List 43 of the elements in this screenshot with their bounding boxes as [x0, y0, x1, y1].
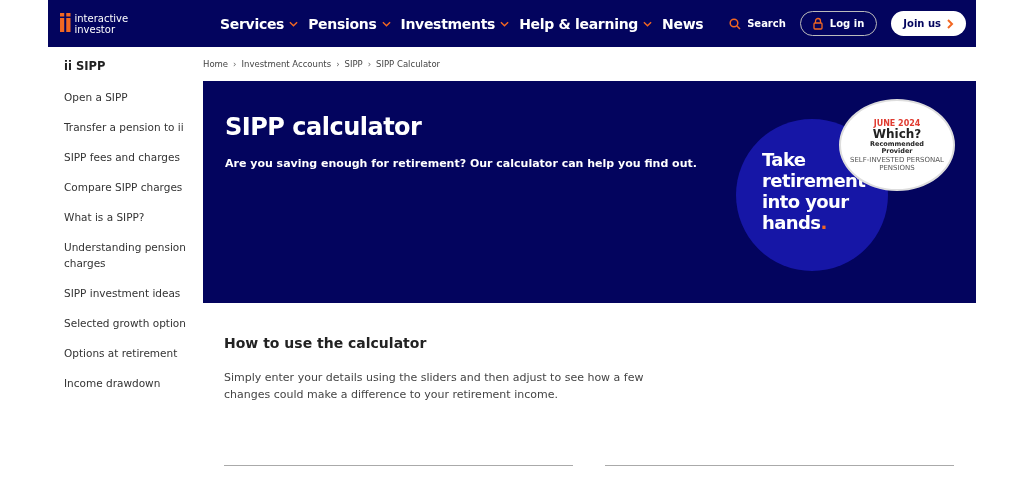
sidebar-link[interactable]: Transfer a pension to ii	[64, 119, 192, 135]
sidebar-link[interactable]: SIPP fees and charges	[64, 149, 192, 165]
nav-link[interactable]: Pensions	[308, 15, 391, 32]
section-heading: How to use the calculator	[224, 335, 428, 351]
sidebar-link[interactable]: SIPP investment ideas	[64, 285, 192, 301]
nav-link[interactable]: Investments	[400, 15, 510, 32]
breadcrumb-separator: ›	[336, 59, 340, 69]
sidebar-link[interactable]: Selected growth option	[64, 315, 192, 331]
breadcrumb-separator: ›	[233, 59, 237, 69]
sidebar-link[interactable]: Income drawdown	[64, 375, 192, 391]
badge-brand: Which?	[872, 127, 922, 141]
badge-date: JUNE 2024	[873, 118, 921, 128]
sidebar-link[interactable]: What is a SIPP?	[64, 209, 192, 225]
nav-link[interactable]: Services	[220, 15, 299, 32]
breadcrumb-separator: ›	[367, 59, 372, 69]
section-text: Simply enter your details using the sliders and then adjust to see how a few changes could make a difference to your retirement income.	[224, 370, 644, 403]
breadcrumb-link[interactable]: SIPP Calculator	[376, 59, 441, 69]
sidebar-link[interactable]: Compare SIPP charges	[64, 179, 192, 195]
chevron-down-icon	[643, 20, 652, 27]
sidebar-link[interactable]: Understanding pension charges	[64, 239, 192, 271]
sidebar-link[interactable]: Options at retirement	[64, 345, 192, 361]
chevron-down-icon	[381, 20, 391, 27]
padlock-icon	[812, 17, 823, 30]
promo-text: into your	[762, 191, 849, 212]
search-icon	[729, 17, 742, 30]
chevron-down-icon	[289, 20, 299, 27]
breadcrumb-link[interactable]: Investment Accounts	[241, 59, 332, 69]
logo-text: interactive investor	[74, 12, 129, 35]
chevron-right-icon	[947, 18, 954, 29]
promo-text: hands.	[762, 212, 827, 233]
breadcrumb-link[interactable]: SIPP	[344, 59, 363, 69]
sidebar-link[interactable]: Open a SIPP	[64, 89, 192, 105]
nav-link[interactable]: Help & learning	[519, 15, 652, 32]
hero-subtitle: Are you saving enough for retirement? Our calculator can help you find out.	[225, 157, 698, 170]
promo-text: Take	[762, 149, 806, 170]
sidebar-title: ii SIPP	[64, 59, 107, 73]
join-button[interactable]: Join us	[891, 11, 966, 36]
logo-mark: ii	[58, 11, 71, 36]
page-title: SIPP calculator	[225, 113, 423, 141]
nav-link[interactable]: News	[662, 15, 704, 32]
breadcrumb-link[interactable]: Home	[203, 59, 229, 69]
search-link[interactable]: Search	[729, 17, 786, 30]
chevron-down-icon	[500, 20, 510, 27]
